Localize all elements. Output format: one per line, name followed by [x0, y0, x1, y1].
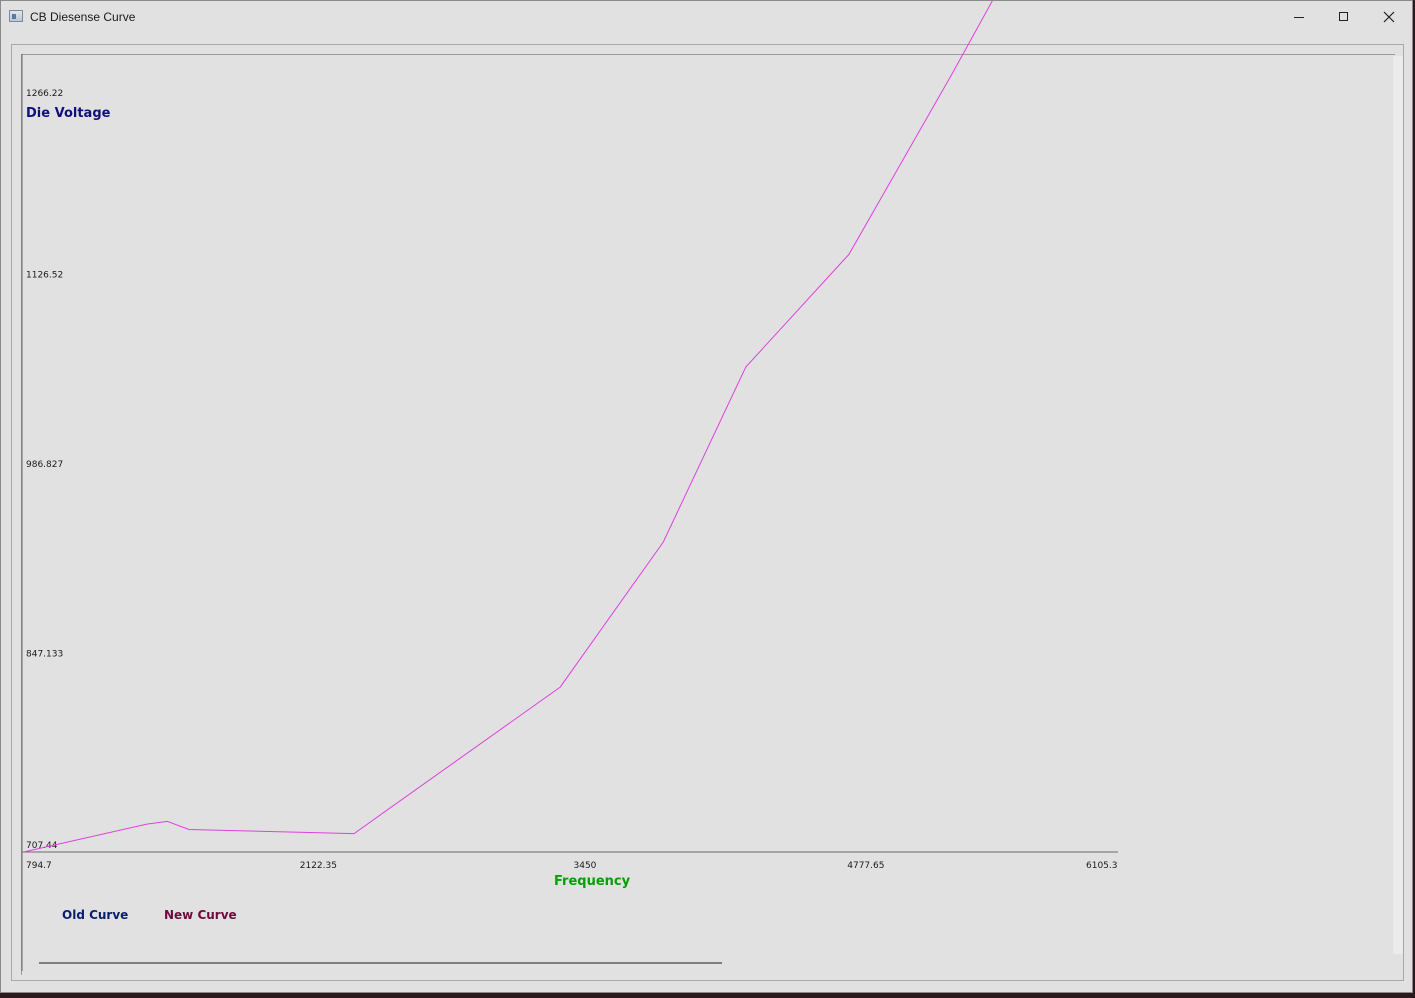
x-tick-label: 6105.3 — [1086, 861, 1118, 871]
series-line-new-curve — [22, 1, 993, 853]
x-tick-label: 794.7 — [26, 861, 52, 871]
app-window: CB Diesense Curve Die Voltage Frequency … — [0, 0, 1413, 993]
y-axis-label: Die Voltage — [26, 106, 111, 121]
series-layer — [22, 1, 993, 853]
y-tick-label: 707.44 — [26, 841, 58, 851]
y-tick-label: 986.827 — [26, 460, 63, 470]
y-tick-label: 1266.22 — [26, 89, 63, 99]
x-axis-label: Frequency — [554, 874, 631, 889]
x-tick-label: 4777.65 — [847, 861, 884, 871]
chart: Die Voltage Frequency 707.44 847.133 986.8… — [21, 1, 1118, 971]
legend-old-curve: Old Curve — [62, 908, 129, 922]
x-tick-label: 3450 — [574, 861, 597, 871]
y-tick-group: 707.44 847.133 986.827 1126.52 1266.22 — [26, 89, 63, 851]
y-tick-label: 847.133 — [26, 650, 63, 660]
horizontal-scrollbar[interactable] — [39, 962, 722, 964]
x-tick-label: 2122.35 — [300, 861, 337, 871]
x-tick-group: 794.7 2122.35 3450 4777.65 6105.3 — [26, 861, 1118, 871]
y-tick-label: 1126.52 — [26, 271, 63, 281]
legend-new-curve: New Curve — [164, 908, 237, 922]
